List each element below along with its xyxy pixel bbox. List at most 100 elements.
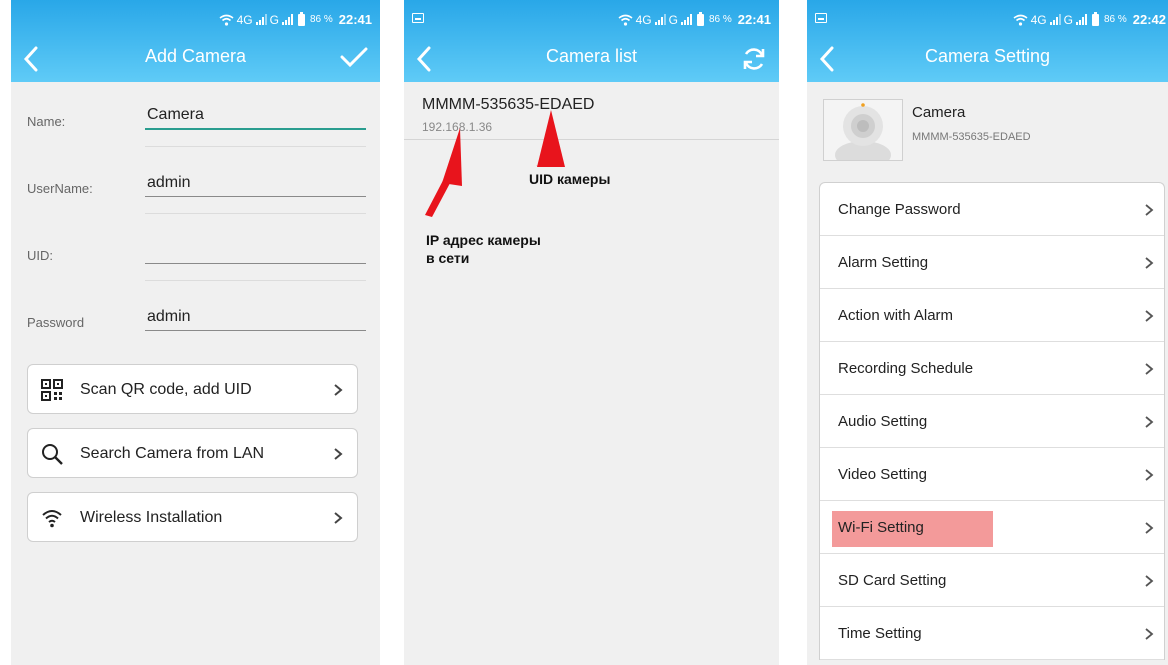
status-indicators: 4G G 86 % 22:42 — [1013, 11, 1166, 27]
scan-qr-button[interactable]: Scan QR code, add UID — [27, 364, 358, 414]
wireless-install-button[interactable]: Wireless Installation — [27, 492, 358, 542]
username-input[interactable] — [145, 169, 366, 197]
camera-name: Camera — [912, 104, 966, 121]
signal2-icon — [680, 14, 692, 25]
wireless-install-label: Wireless Installation — [80, 509, 223, 526]
checkmark-icon — [340, 47, 368, 68]
username-label: UserName: — [27, 181, 93, 196]
chevron-right-icon — [1145, 257, 1154, 269]
menu-item-label: Alarm Setting — [838, 254, 929, 271]
camera-list-item[interactable]: MMMM-535635-EDAED 192.168.1.36 — [404, 84, 779, 140]
top-bar: 4G G 86 % 22:41 Camera list — [404, 0, 779, 82]
camera-uid: MMMM-535635-EDAED — [912, 131, 1031, 143]
image-notification-icon — [412, 13, 424, 23]
menu-item-recording-schedule[interactable]: Recording Schedule — [820, 342, 1164, 395]
divider — [145, 146, 366, 147]
wifi-status-icon — [1013, 14, 1028, 26]
menu-item-alarm-setting[interactable]: Alarm Setting — [820, 236, 1164, 289]
battery-percent: 86 % — [708, 14, 732, 25]
camera-uid: MMMM-535635-EDAED — [422, 96, 595, 113]
network2-label: G — [269, 12, 279, 27]
chevron-right-icon — [1145, 204, 1154, 216]
camera-device-icon — [824, 100, 902, 169]
camera-ip: 192.168.1.36 — [422, 120, 493, 134]
top-bar: 4G G 86 % 22:41 Add Camera — [11, 0, 380, 82]
menu-item-label: SD Card Setting — [838, 572, 947, 589]
menu-item-time-setting[interactable]: Time Setting — [820, 607, 1164, 660]
refresh-icon — [743, 48, 765, 70]
search-lan-button[interactable]: Search Camera from LAN — [27, 428, 358, 478]
ip-annotation-line2: в сети — [426, 250, 470, 266]
confirm-button[interactable] — [340, 46, 368, 73]
password-label: Password — [27, 315, 85, 330]
camera-setting-screen: 4G G 86 % 22:42 Camera Setting Camera MM… — [807, 0, 1168, 665]
chevron-right-icon — [1145, 363, 1154, 375]
battery-icon — [1091, 11, 1099, 26]
chevron-right-icon — [1145, 628, 1154, 640]
uid-label: UID: — [27, 248, 53, 263]
password-input[interactable] — [145, 303, 366, 331]
camera-header: Camera MMMM-535635-EDAED — [807, 84, 1168, 174]
chevron-right-icon — [1145, 310, 1154, 322]
name-input[interactable] — [145, 102, 366, 130]
status-indicators: 4G G 86 % 22:41 — [219, 11, 372, 27]
network-label: 4G — [635, 12, 652, 27]
menu-item-video-setting[interactable]: Video Setting — [820, 448, 1164, 501]
status-bar: 4G G 86 % 22:42 — [807, 0, 1168, 36]
chevron-right-icon — [334, 448, 343, 460]
scan-qr-label: Scan QR code, add UID — [80, 381, 252, 398]
divider — [145, 213, 366, 214]
wifi-status-icon — [219, 14, 234, 26]
network2-label: G — [1063, 12, 1073, 27]
signal-icon — [1049, 14, 1061, 25]
menu-item-change-password[interactable]: Change Password — [820, 183, 1164, 236]
menu-item-wifi-setting[interactable]: Wi-Fi Setting — [820, 501, 1164, 554]
clock: 22:41 — [338, 12, 372, 27]
network-label: 4G — [236, 12, 253, 27]
status-bar: 4G G 86 % 22:41 — [11, 0, 380, 36]
uid-field: UID: — [11, 224, 380, 280]
chevron-right-icon — [1145, 416, 1154, 428]
network2-label: G — [668, 12, 678, 27]
username-field: UserName: — [11, 157, 380, 213]
chevron-right-icon — [1145, 469, 1154, 481]
wifi-icon — [42, 510, 62, 528]
search-icon — [42, 444, 63, 465]
top-bar: 4G G 86 % 22:42 Camera Setting — [807, 0, 1168, 82]
menu-item-label: Video Setting — [838, 466, 927, 483]
menu-item-action-with-alarm[interactable]: Action with Alarm — [820, 289, 1164, 342]
search-lan-label: Search Camera from LAN — [80, 445, 265, 462]
add-camera-screen: 4G G 86 % 22:41 Add Camera Name: UserNam… — [11, 0, 380, 665]
chevron-right-icon — [334, 384, 343, 396]
page-title: Add Camera — [144, 46, 247, 66]
signal2-icon — [281, 14, 293, 25]
settings-menu: Change Password Alarm Setting Action wit… — [819, 182, 1165, 660]
menu-item-sd-card-setting[interactable]: SD Card Setting — [820, 554, 1164, 607]
qr-code-icon — [41, 379, 63, 401]
password-field: Password — [11, 291, 380, 347]
page-title: Camera Setting — [924, 46, 1051, 66]
menu-item-label: Audio Setting — [838, 413, 928, 430]
refresh-button[interactable] — [741, 46, 767, 77]
name-label: Name: — [27, 114, 66, 129]
menu-item-audio-setting[interactable]: Audio Setting — [820, 395, 1164, 448]
uid-input[interactable] — [145, 236, 366, 264]
status-bar: 4G G 86 % 22:41 — [404, 0, 779, 36]
battery-percent: 86 % — [309, 14, 333, 25]
uid-annotation: UID камеры — [529, 171, 611, 187]
battery-icon — [297, 11, 305, 26]
ip-annotation-arrow-shaft — [425, 167, 457, 217]
chevron-right-icon — [334, 512, 343, 524]
battery-icon — [696, 11, 704, 26]
menu-item-label: Wi-Fi Setting — [838, 519, 924, 536]
signal-icon — [654, 14, 666, 25]
wifi-status-icon — [618, 14, 633, 26]
network-label: 4G — [1030, 12, 1047, 27]
menu-item-label: Action with Alarm — [838, 307, 954, 324]
menu-item-label: Recording Schedule — [838, 360, 974, 377]
chevron-right-icon — [1145, 522, 1154, 534]
page-title: Camera list — [545, 46, 638, 66]
status-indicators: 4G G 86 % 22:41 — [618, 11, 771, 27]
signal2-icon — [1075, 14, 1087, 25]
name-field: Name: — [11, 90, 380, 146]
